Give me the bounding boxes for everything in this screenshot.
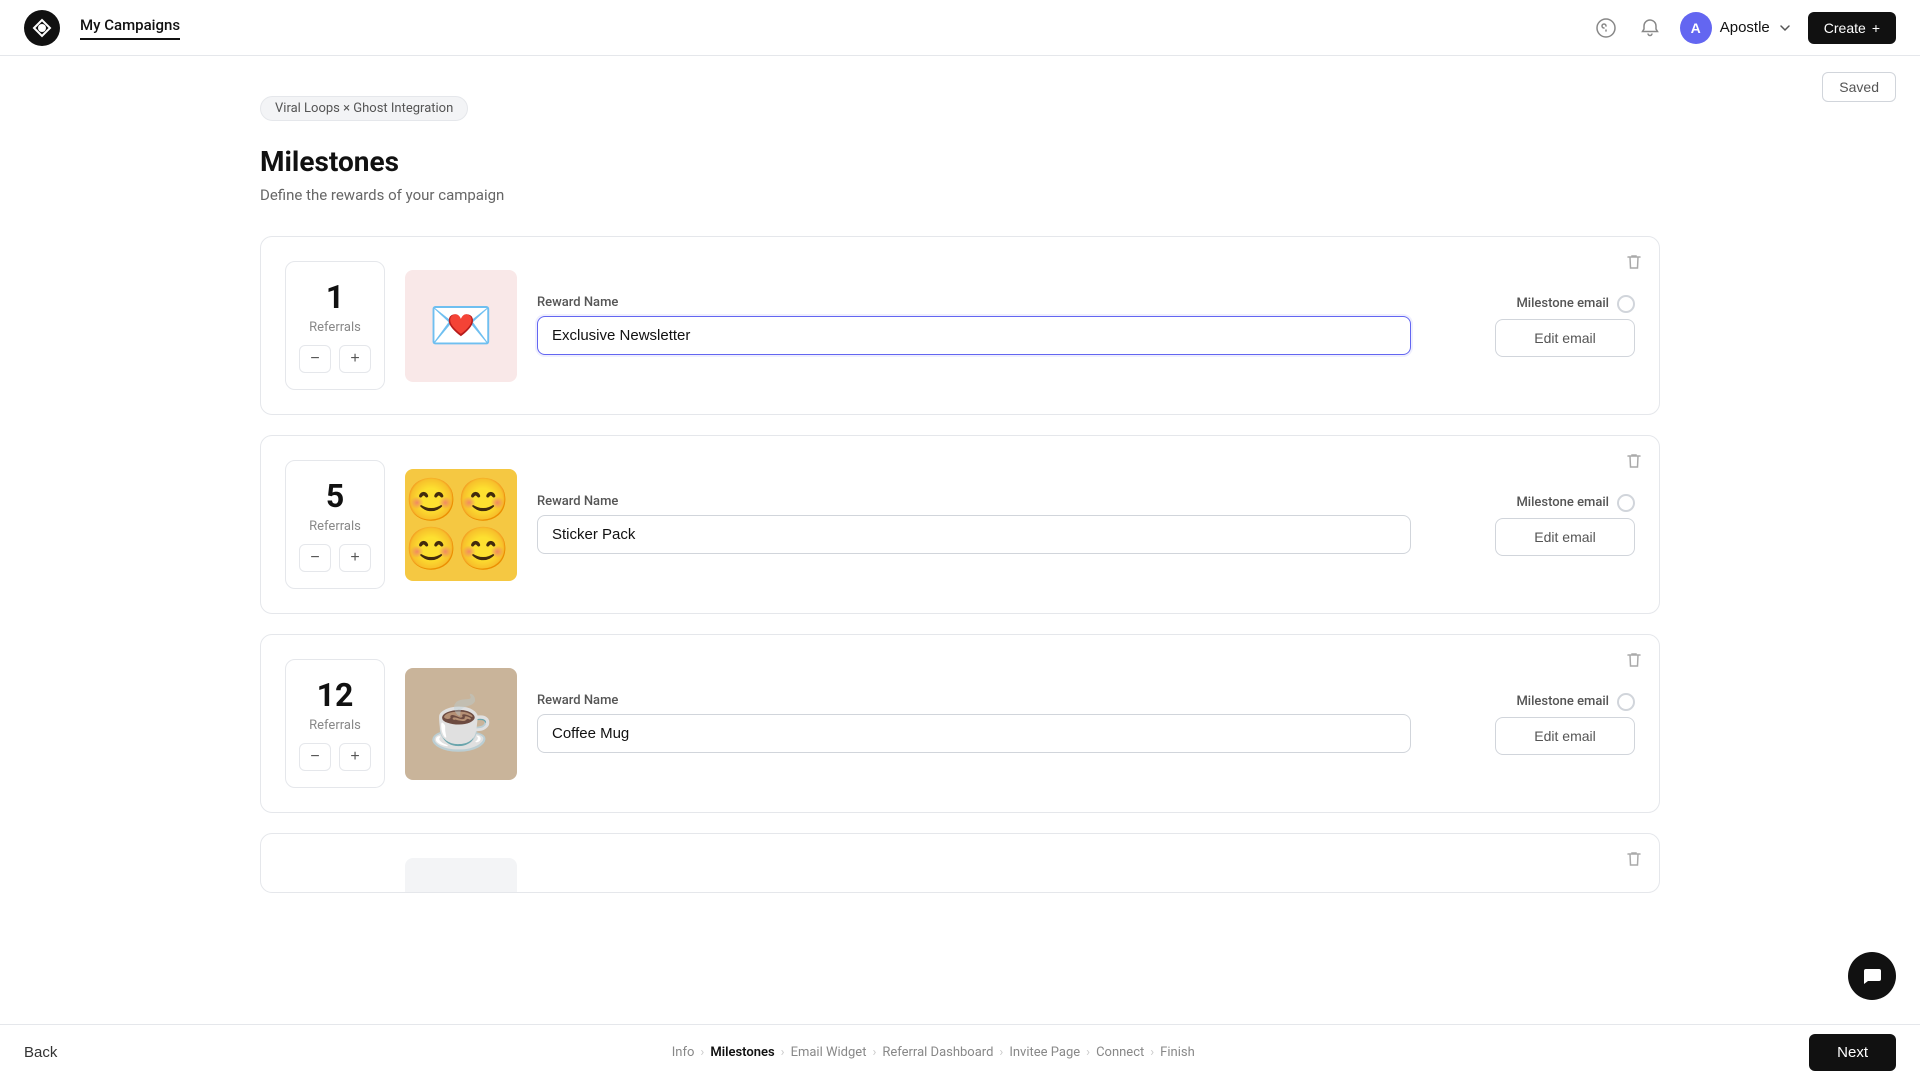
reward-image-1[interactable]: 💌 [405, 270, 517, 382]
referral-label-2: Referrals [298, 519, 372, 534]
breadcrumb-invitee-page[interactable]: Invitee Page [1009, 1045, 1080, 1060]
edit-email-1-button[interactable]: Edit email [1495, 319, 1635, 357]
milestone-email-label-3: Milestone email [1516, 694, 1609, 709]
edit-email-3-button[interactable]: Edit email [1495, 717, 1635, 755]
breadcrumb-sep-5: › [1086, 1045, 1090, 1060]
decrement-1-button[interactable]: − [299, 345, 331, 373]
referral-counter-3: 12 Referrals − + [285, 659, 385, 788]
edit-email-2-button[interactable]: Edit email [1495, 518, 1635, 556]
increment-3-button[interactable]: + [339, 743, 371, 771]
milestone-email-3: Milestone email Edit email [1435, 693, 1635, 755]
milestone-email-label-2: Milestone email [1516, 495, 1609, 510]
help-icon[interactable] [1592, 14, 1620, 42]
breadcrumb-email-widget[interactable]: Email Widget [791, 1045, 867, 1060]
referral-label-3: Referrals [298, 718, 372, 733]
milestone-card-3: 12 Referrals − + ☕ Reward Name Milestone… [260, 634, 1660, 813]
chat-bubble-button[interactable] [1848, 952, 1896, 1000]
header: My Campaigns A Apostle Create + [0, 0, 1920, 56]
breadcrumb-sep-2: › [781, 1045, 785, 1060]
reward-name-input-2[interactable] [537, 515, 1411, 554]
reward-name-input-3[interactable] [537, 714, 1411, 753]
referral-label-1: Referrals [298, 320, 372, 335]
reward-fields-2: Reward Name [537, 494, 1411, 554]
delete-milestone-3-button[interactable] [1625, 651, 1643, 672]
footer: Back Info › Milestones › Email Widget › … [0, 1024, 1920, 1080]
referral-number-1: 1 [298, 278, 372, 316]
my-campaigns-nav[interactable]: My Campaigns [80, 16, 180, 40]
breadcrumb-milestones[interactable]: Milestones [710, 1045, 774, 1060]
email-toggle-3[interactable] [1617, 693, 1635, 711]
breadcrumb-finish[interactable]: Finish [1160, 1045, 1195, 1060]
reward-image-3[interactable]: ☕ [405, 668, 517, 780]
create-button[interactable]: Create + [1808, 12, 1896, 44]
user-name: Apostle [1720, 19, 1770, 36]
referral-number-3: 12 [298, 676, 372, 714]
page-subtitle: Define the rewards of your campaign [260, 186, 1660, 204]
email-toggle-1[interactable] [1617, 295, 1635, 313]
chevron-down-icon [1778, 21, 1792, 35]
logo[interactable] [24, 10, 60, 46]
breadcrumb-sep-4: › [999, 1045, 1003, 1060]
reward-image-2[interactable]: 😊😊😊😊 [405, 469, 517, 581]
reward-fields-1: Reward Name [537, 295, 1411, 355]
increment-1-button[interactable]: + [339, 345, 371, 373]
page-title: Milestones [260, 145, 1660, 178]
delete-milestone-1-button[interactable] [1625, 253, 1643, 274]
reward-name-label-2: Reward Name [537, 494, 1411, 509]
reward-name-input-1[interactable] [537, 316, 1411, 355]
breadcrumb-sep-1: › [700, 1045, 704, 1060]
user-menu-button[interactable]: A Apostle [1680, 12, 1792, 44]
breadcrumb-connect[interactable]: Connect [1096, 1045, 1144, 1060]
reward-name-label-3: Reward Name [537, 693, 1411, 708]
milestone-card-2: 5 Referrals − + 😊😊😊😊 Reward Name Milesto… [260, 435, 1660, 614]
avatar: A [1680, 12, 1712, 44]
increment-2-button[interactable]: + [339, 544, 371, 572]
footer-breadcrumb: Info › Milestones › Email Widget › Refer… [57, 1045, 1809, 1060]
breadcrumb-info[interactable]: Info [672, 1045, 695, 1060]
milestone-email-1: Milestone email Edit email [1435, 295, 1635, 357]
notifications-icon[interactable] [1636, 14, 1664, 42]
back-button[interactable]: Back [24, 1044, 57, 1061]
milestone-email-label-1: Milestone email [1516, 296, 1609, 311]
decrement-3-button[interactable]: − [299, 743, 331, 771]
referral-number-2: 5 [298, 477, 372, 515]
milestone-email-2: Milestone email Edit email [1435, 494, 1635, 556]
reward-name-label-1: Reward Name [537, 295, 1411, 310]
referral-counter-2: 5 Referrals − + [285, 460, 385, 589]
email-toggle-2[interactable] [1617, 494, 1635, 512]
delete-milestone-2-button[interactable] [1625, 452, 1643, 473]
milestone-card-4 [260, 833, 1660, 893]
header-right: A Apostle Create + [1592, 12, 1896, 44]
breadcrumb-sep-3: › [872, 1045, 876, 1060]
main-content: Viral Loops × Ghost Integration Mileston… [0, 56, 1920, 1024]
next-button[interactable]: Next [1809, 1034, 1896, 1071]
reward-fields-3: Reward Name [537, 693, 1411, 753]
delete-milestone-4-button[interactable] [1625, 850, 1643, 871]
reward-image-4[interactable] [405, 858, 517, 893]
milestone-card-1: 1 Referrals − + 💌 Reward Name Milestone … [260, 236, 1660, 415]
decrement-2-button[interactable]: − [299, 544, 331, 572]
breadcrumb-sep-6: › [1150, 1045, 1154, 1060]
referral-counter-1: 1 Referrals − + [285, 261, 385, 390]
breadcrumb-referral-dashboard[interactable]: Referral Dashboard [882, 1045, 993, 1060]
saved-button[interactable]: Saved [1822, 72, 1896, 102]
campaign-breadcrumb: Viral Loops × Ghost Integration [260, 96, 468, 121]
